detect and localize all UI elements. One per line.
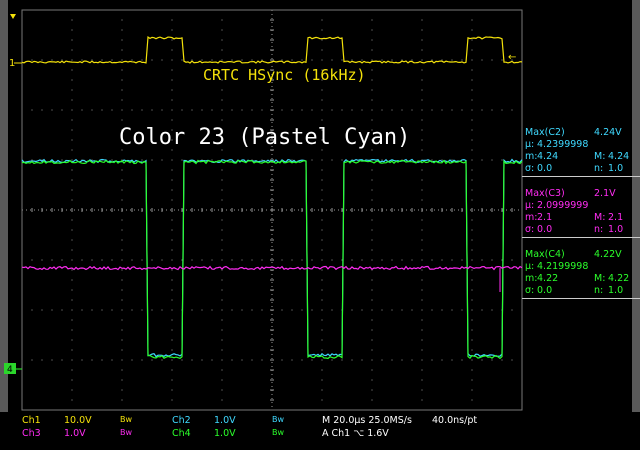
measurement-max: 4.24 [608,151,630,162]
measurement-mean-label: µ: [525,200,535,211]
measurement-sigma-label: σ: [525,285,535,296]
measurement-mean: 4.2399998 [537,139,589,150]
status-bar: Ch1 10.0V Bw Ch2 1.0V Bw Ch3 1.0V Bw Ch4… [0,412,640,450]
measurement-sigma: 0.0 [537,163,553,174]
measurement-header: Max(C3) [525,188,565,199]
measurement-value: 2.1V [594,188,616,199]
ch4-ground-label: 4 [7,365,13,375]
hsync-annotation: CRTC HSync (16kHz) [203,66,366,84]
measurement-value: 4.22V [594,249,622,260]
measurement-min-label: m: [525,212,538,223]
measurement-min-label: m: [525,273,538,284]
measurement-n: 1.0 [608,163,624,174]
measurement-mean-label: µ: [525,261,535,272]
measurement-separator [522,237,640,238]
measurement-n-label: n: [594,163,604,174]
ch3-bandwidth: Bw [120,428,133,437]
measurement-max: 4.22 [608,273,630,284]
measurement-separator [522,176,640,177]
ch4-bandwidth: Bw [272,428,285,437]
measurement-max-label: M: [594,212,606,223]
color-annotation: Color 23 (Pastel Cyan) [119,125,411,150]
measurement-n: 1.0 [608,224,624,235]
measurement-n-label: n: [594,285,604,296]
measurement-min: 2.1 [537,212,553,223]
trigger-level-arrow-icon: ← [508,52,516,63]
ch1-label: Ch1 [22,415,41,426]
ch1-bandwidth: Bw [120,415,133,424]
measurement-n-label: n: [594,224,604,235]
measurement-panel-c4: Max(C4) 4.22V µ: 4.2199998 m: 4.22 M: 4.22 σ: 0.0… [522,249,640,299]
measurement-sigma: 0.0 [537,285,553,296]
measurement-mean-label: µ: [525,139,535,150]
measurement-n: 1.0 [608,285,624,296]
ch2-bandwidth: Bw [272,415,285,424]
ch3-label: Ch3 [22,428,41,439]
measurement-min: 4.24 [537,151,559,162]
measurement-header: Max(C4) [525,249,565,260]
trigger-readout: A Ch1 ⌥ 1.6V [322,428,389,439]
measurement-header: Max(C2) [525,127,565,138]
ch4-label: Ch4 [172,428,191,439]
ch4-scale: 1.0V [214,428,236,439]
ch2-scale: 1.0V [214,415,236,426]
measurement-max-label: M: [594,273,606,284]
ch3-scale: 1.0V [64,428,86,439]
sample-interval-readout: 40.0ns/pt [432,415,478,426]
measurement-sigma-label: σ: [525,224,535,235]
timebase-readout: M 20.0µs 25.0MS/s [322,415,412,426]
measurement-panel-c2: Max(C2) 4.24V µ: 4.2399998 m: 4.24 M: 4.24 σ: 0.0… [522,127,640,177]
ch2-label: Ch2 [172,415,191,426]
measurement-panel-c3: Max(C3) 2.1V µ: 2.0999999 m: 2.1 M: 2.1 σ: 0.0 n: 1… [522,188,640,238]
measurement-max-label: M: [594,151,606,162]
measurement-sigma: 0.0 [537,224,553,235]
measurement-mean: 4.2199998 [537,261,589,272]
measurement-min-label: m: [525,151,538,162]
measurement-sigma-label: σ: [525,163,535,174]
left-bezel [0,0,8,412]
measurement-mean: 2.0999999 [537,200,589,211]
measurement-value: 4.24V [594,127,622,138]
svg-text:←: ← [508,52,516,63]
measurement-separator [522,298,640,299]
measurement-max: 2.1 [608,212,624,223]
ch1-scale: 10.0V [64,415,92,426]
measurement-min: 4.22 [537,273,559,284]
